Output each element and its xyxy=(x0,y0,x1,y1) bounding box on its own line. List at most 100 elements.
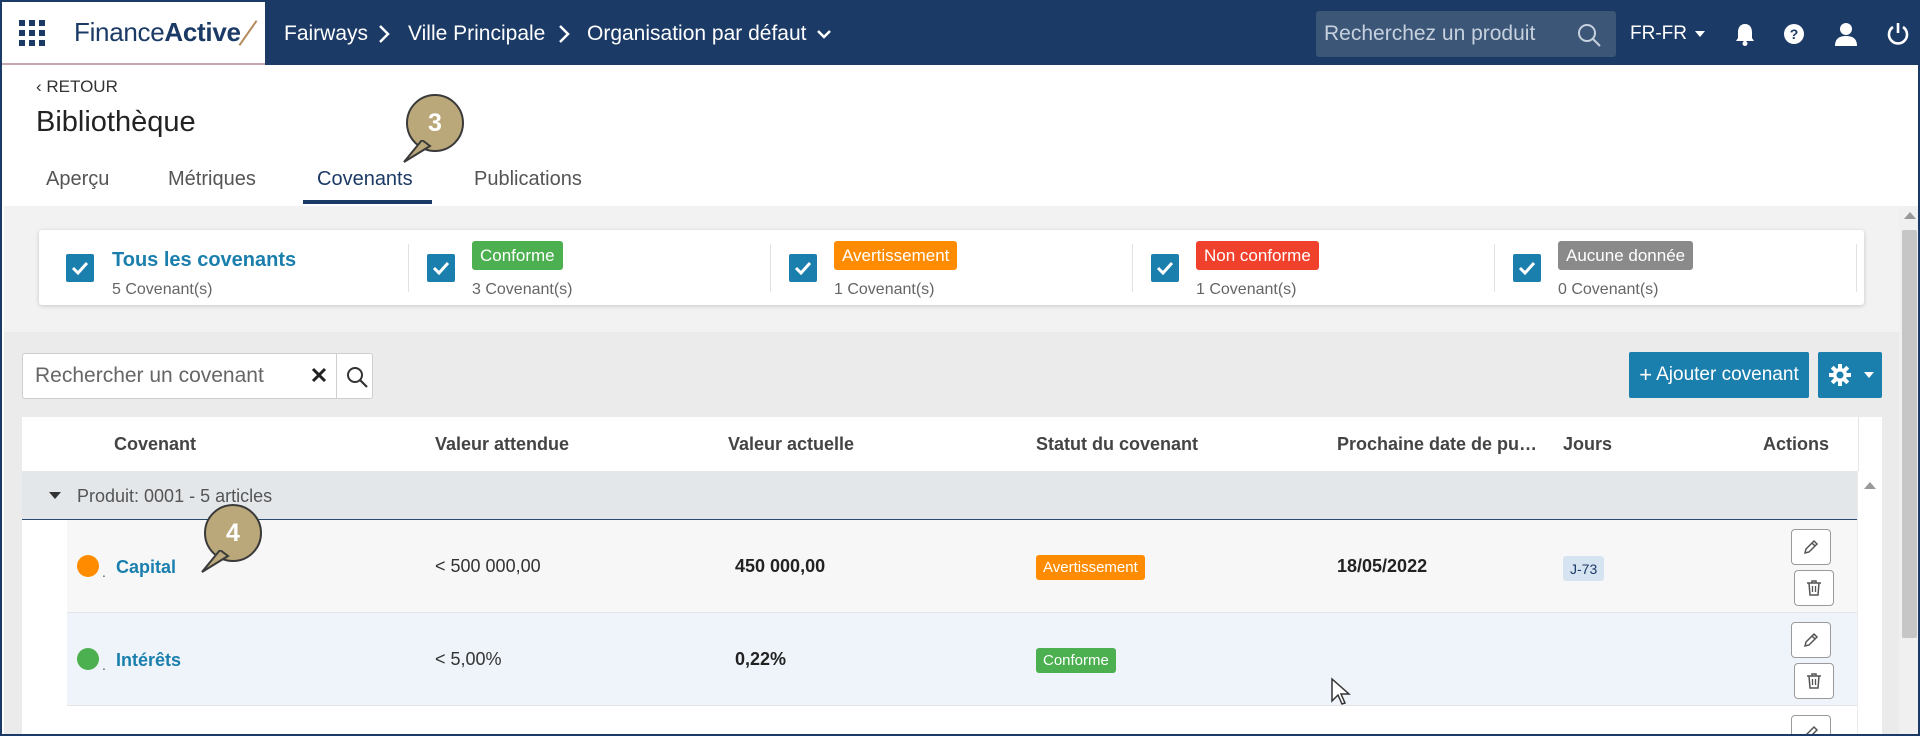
filter-count: 3 Covenant(s) xyxy=(472,281,573,298)
status-badge-conforme: Conforme xyxy=(472,241,563,270)
bell-icon[interactable] xyxy=(1731,20,1759,48)
filter-checkbox[interactable] xyxy=(66,254,94,282)
collapse-triangle-icon[interactable] xyxy=(49,492,61,499)
column-header-covenant[interactable]: Covenant xyxy=(114,434,196,455)
add-covenant-label: Ajouter covenant xyxy=(1656,364,1799,385)
page-title: Bibliothèque xyxy=(36,106,196,138)
status-badge-non-conforme: Non conforme xyxy=(1196,241,1319,270)
filter-aucune-donnee[interactable]: Aucune donnée 0 Covenant(s) xyxy=(1494,230,1856,305)
top-bar: FinanceActive Fairways Ville Principale … xyxy=(2,2,1918,65)
status-dot xyxy=(77,648,99,670)
expected-value: < 5,00% xyxy=(435,649,502,669)
column-header-expected[interactable]: Valeur attendue xyxy=(435,434,569,455)
column-header-days[interactable]: Jours xyxy=(1563,434,1612,455)
trash-icon xyxy=(1807,673,1821,689)
callout-number: 4 xyxy=(226,518,240,547)
next-date: 18/05/2022 xyxy=(1337,556,1428,576)
pencil-icon xyxy=(1805,725,1819,734)
column-header-next-date[interactable]: Prochaine date de pu… xyxy=(1337,434,1537,455)
breadcrumb-ville-principale[interactable]: Ville Principale xyxy=(408,2,545,65)
covenant-search-input[interactable] xyxy=(35,364,305,388)
plus-icon: + xyxy=(1639,362,1653,387)
column-header-actions: Actions xyxy=(1763,434,1830,454)
chevron-right-icon xyxy=(558,2,570,65)
gear-icon xyxy=(1829,364,1851,386)
filter-checkbox[interactable] xyxy=(427,254,455,282)
logo-text-active: Active xyxy=(164,17,241,47)
filter-checkbox[interactable] xyxy=(1513,254,1541,282)
check-icon xyxy=(1156,261,1174,275)
filter-avertissement[interactable]: Avertissement 1 Covenant(s) xyxy=(770,230,1132,305)
chevron-left-icon: ‹ xyxy=(36,77,47,96)
check-icon xyxy=(71,261,89,275)
trash-icon xyxy=(1807,580,1821,596)
row-indent xyxy=(22,520,67,734)
filter-non-conforme[interactable]: Non conforme 1 Covenant(s) xyxy=(1132,230,1494,305)
scroll-up-arrow-icon[interactable] xyxy=(1904,212,1916,219)
product-search-input[interactable] xyxy=(1324,22,1564,46)
filter-count: 1 Covenant(s) xyxy=(834,281,935,298)
table-row[interactable] xyxy=(67,706,1857,734)
scroll-up-arrow-icon[interactable] xyxy=(1864,482,1876,489)
check-icon xyxy=(794,261,812,275)
active-tab-indicator xyxy=(303,200,432,204)
table-header-pad xyxy=(1858,417,1882,471)
column-header-actual[interactable]: Valeur actuelle xyxy=(728,434,854,455)
covenant-name-link[interactable]: Capital xyxy=(116,557,176,578)
callout-tail xyxy=(403,140,432,163)
days-badge: J-73 xyxy=(1563,556,1605,581)
breadcrumb-fairways[interactable]: Fairways xyxy=(284,2,368,65)
user-icon[interactable] xyxy=(1832,20,1860,48)
filter-checkbox[interactable] xyxy=(789,254,817,282)
add-covenant-button[interactable]: + Ajouter covenant xyxy=(1629,352,1809,398)
edit-button[interactable] xyxy=(1791,529,1831,565)
column-header-status[interactable]: Statut du covenant xyxy=(1036,434,1198,455)
divider xyxy=(336,354,337,398)
group-row[interactable]: Produit: 0001 - 5 articles xyxy=(22,471,1857,520)
filter-all[interactable]: Tous les covenants 5 Covenant(s) xyxy=(39,230,407,305)
app-frame: FinanceActive Fairways Ville Principale … xyxy=(0,0,1920,736)
status-badge: Avertissement xyxy=(1036,555,1145,580)
svg-text:?: ? xyxy=(1790,26,1799,42)
pencil-icon xyxy=(1803,539,1819,555)
search-icon[interactable] xyxy=(345,365,369,394)
table-row[interactable]: . Intérêts < 5,00% 0,22% Conforme xyxy=(67,613,1857,706)
delete-button[interactable] xyxy=(1794,570,1834,606)
filter-checkbox[interactable] xyxy=(1151,254,1179,282)
table-scrollbar[interactable] xyxy=(1858,471,1882,734)
edit-button[interactable] xyxy=(1791,715,1831,734)
edit-button[interactable] xyxy=(1791,622,1831,658)
clear-icon[interactable] xyxy=(310,366,328,389)
scrollbar-thumb[interactable] xyxy=(1902,230,1917,638)
filter-conforme[interactable]: Conforme 3 Covenant(s) xyxy=(408,230,770,305)
filter-card: Tous les covenants 5 Covenant(s) Conform… xyxy=(39,230,1864,305)
tab-covenants[interactable]: Covenants xyxy=(317,168,413,191)
table-row[interactable]: . Capital < 500 000,00 450 000,00 Averti… xyxy=(67,520,1857,613)
check-icon xyxy=(432,261,450,275)
tab-apercu[interactable]: Aperçu xyxy=(46,168,109,191)
apps-menu-button[interactable] xyxy=(2,2,62,65)
group-label: Produit: 0001 - 5 articles xyxy=(77,486,273,506)
settings-dropdown-button[interactable] xyxy=(1818,352,1882,398)
covenant-name-link[interactable]: Intérêts xyxy=(116,650,181,671)
delete-button[interactable] xyxy=(1794,663,1834,699)
help-icon[interactable]: ? xyxy=(1780,20,1808,48)
callout-number: 3 xyxy=(428,108,442,137)
filter-count: 1 Covenant(s) xyxy=(1196,281,1297,298)
language-selector[interactable]: FR-FR xyxy=(1630,2,1705,65)
status-badge: Conforme xyxy=(1036,648,1116,673)
product-search xyxy=(1316,11,1616,57)
status-badge-aucune-donnee: Aucune donnée xyxy=(1558,241,1694,270)
tab-metriques[interactable]: Métriques xyxy=(168,168,256,191)
back-link[interactable]: ‹ RETOUR xyxy=(36,77,118,97)
pencil-icon xyxy=(1803,632,1819,648)
language-label: FR-FR xyxy=(1630,22,1687,44)
tab-publications[interactable]: Publications xyxy=(474,168,582,191)
search-icon[interactable] xyxy=(1576,22,1602,53)
status-dot xyxy=(77,555,99,577)
power-icon[interactable] xyxy=(1884,20,1912,48)
callout-tail xyxy=(201,550,230,573)
logo[interactable]: FinanceActive xyxy=(62,2,265,65)
caret-down-icon xyxy=(1864,372,1874,378)
breadcrumb-organisation[interactable]: Organisation par défaut xyxy=(587,2,832,65)
